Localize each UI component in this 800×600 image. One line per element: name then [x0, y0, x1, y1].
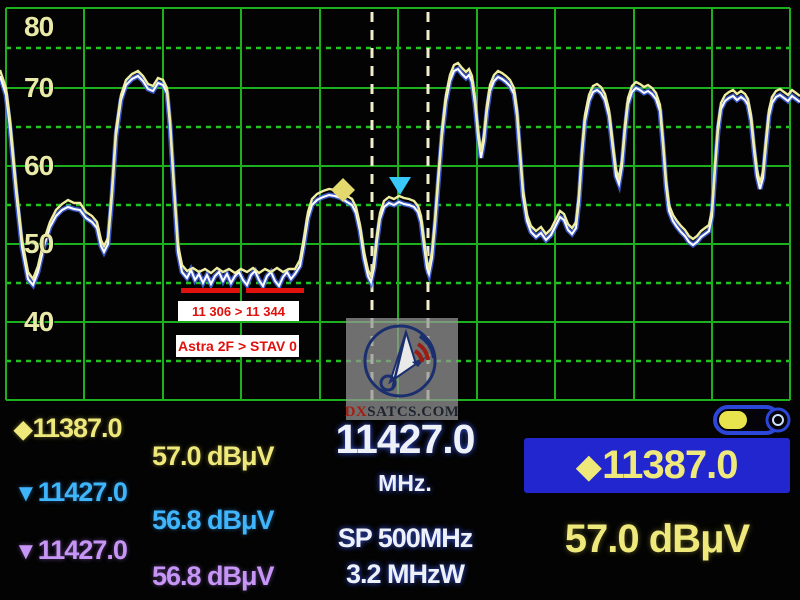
selected-frequency-highlight: ◆11387.0	[524, 438, 790, 493]
y-axis-label-70: 70	[24, 73, 53, 103]
bandwidth-setting: 3.2 MHzW	[300, 559, 510, 590]
battery-icon	[712, 404, 792, 436]
triangle-down-marker-icon: ▼	[14, 538, 37, 565]
satellite-dish-logo-icon	[354, 320, 450, 400]
y-axis-label-60: 60	[24, 151, 53, 181]
marker1-frequency-readout: ◆11387.0	[14, 413, 122, 444]
watermark-text: DXSATCS.COM	[345, 404, 460, 420]
y-axis-label-50: 50	[24, 229, 53, 259]
watermark: DXSATCS.COM	[346, 318, 458, 420]
marker2-level-readout: 56.8 dBμV	[152, 505, 274, 536]
spectrum-analyzer-screen: 80 70 60 50 40 11 306 > 11 344 Astra 2F …	[0, 0, 800, 600]
selected-frequency-value: 11387.0	[602, 443, 737, 488]
diamond-marker-icon: ◆	[577, 447, 601, 485]
triangle-down-marker-icon: ▼	[14, 480, 37, 507]
center-frequency-value: 11427.0	[300, 416, 510, 463]
y-axis-label-40: 40	[24, 307, 53, 337]
annotation-satellite-link: Astra 2F > STAV 0	[176, 335, 299, 357]
selected-level-value: 57.0 dBμV	[524, 517, 790, 562]
marker3-frequency-readout: ▼11427.0	[14, 535, 127, 566]
center-frequency-unit: MHz.	[300, 470, 510, 497]
y-axis-label-80: 80	[24, 12, 53, 42]
marker3-level-readout: 56.8 dBμV	[152, 561, 274, 592]
annotation-range-text: 11 306 > 11 344	[192, 304, 285, 319]
watermark-text-dx: DX	[345, 404, 368, 420]
annotation-frequency-range: 11 306 > 11 344	[178, 301, 299, 321]
marker3-frequency-value: 11427.0	[38, 535, 127, 565]
annotation-link-text: Astra 2F > STAV 0	[178, 338, 297, 354]
marker1-frequency-value: 11387.0	[32, 413, 121, 443]
spectrum-plot: 80 70 60 50 40 11 306 > 11 344 Astra 2F …	[0, 0, 800, 403]
span-setting: SP 500MHz	[300, 523, 510, 554]
marker1-level-readout: 57.0 dBμV	[152, 441, 274, 472]
measurement-readouts: ◆11387.0 57.0 dBμV ▼11427.0 56.8 dBμV ▼1…	[0, 400, 800, 600]
watermark-text-rest: SATCS.COM	[367, 404, 459, 420]
marker2-frequency-readout: ▼11427.0	[14, 477, 127, 508]
diamond-marker-icon: ◆	[14, 416, 31, 443]
marker2-frequency-value: 11427.0	[38, 477, 127, 507]
